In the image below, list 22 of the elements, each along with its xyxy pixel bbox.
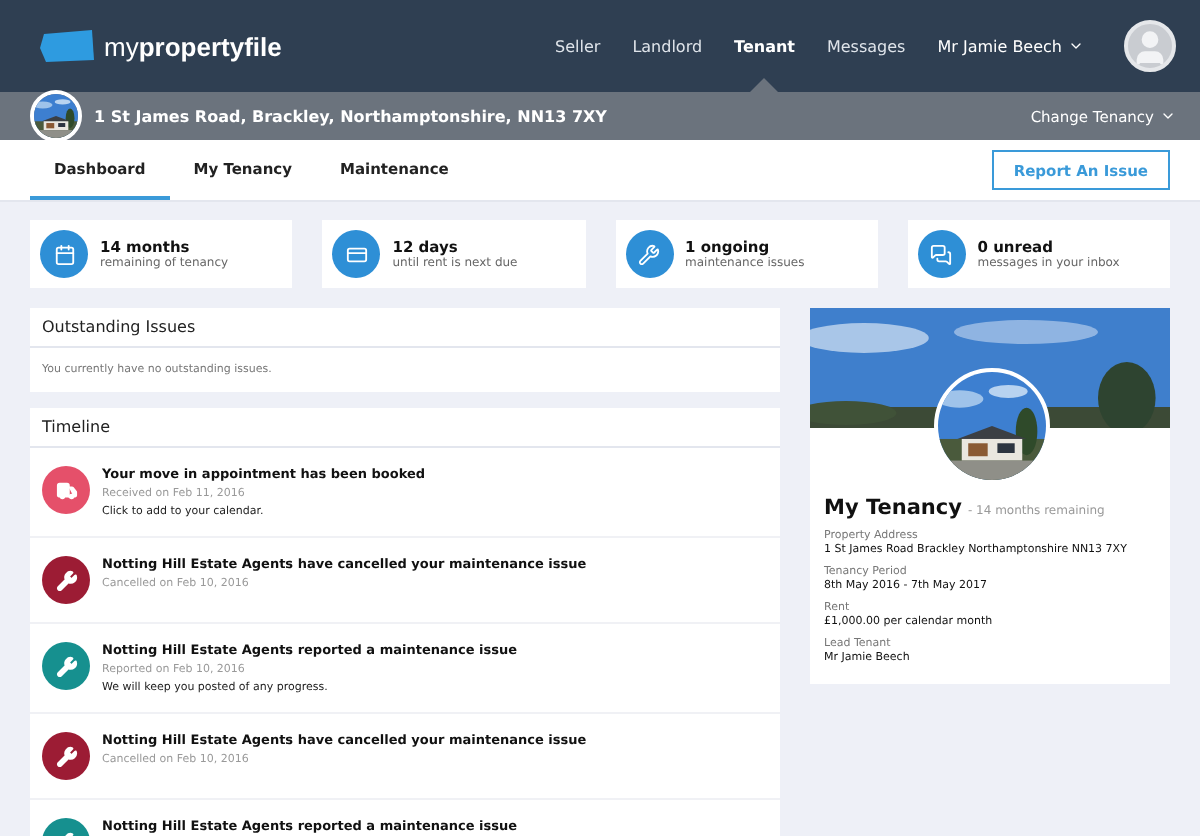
wrench-icon xyxy=(42,642,90,690)
logo-icon xyxy=(40,28,96,64)
chat-icon xyxy=(930,243,953,265)
property-address: 1 St James Road, Brackley, Northamptonshire, NN13 7XY xyxy=(94,107,607,125)
card-title: Timeline xyxy=(30,408,780,448)
nav-link[interactable]: Landlord xyxy=(632,0,703,92)
nav-link[interactable]: Tenant xyxy=(734,0,795,92)
user-menu[interactable]: Mr Jamie Beech xyxy=(937,37,1084,55)
card-title: Outstanding Issues xyxy=(30,308,780,348)
credit-card-icon xyxy=(345,243,368,265)
nav-link[interactable]: Seller xyxy=(555,0,601,92)
avatar-icon[interactable] xyxy=(1124,20,1176,72)
wrench-icon xyxy=(42,732,90,780)
caret-icon xyxy=(1068,38,1084,54)
tenancy-title: My Tenancy xyxy=(824,496,962,520)
caret-icon xyxy=(1160,108,1176,124)
calendar-icon xyxy=(53,243,75,265)
nav-link[interactable]: Messages xyxy=(826,0,906,92)
wrench-icon xyxy=(638,243,660,265)
truck-icon xyxy=(42,466,90,514)
logo-text: mypropertyfile xyxy=(104,31,282,61)
wrench-icon xyxy=(42,556,90,604)
